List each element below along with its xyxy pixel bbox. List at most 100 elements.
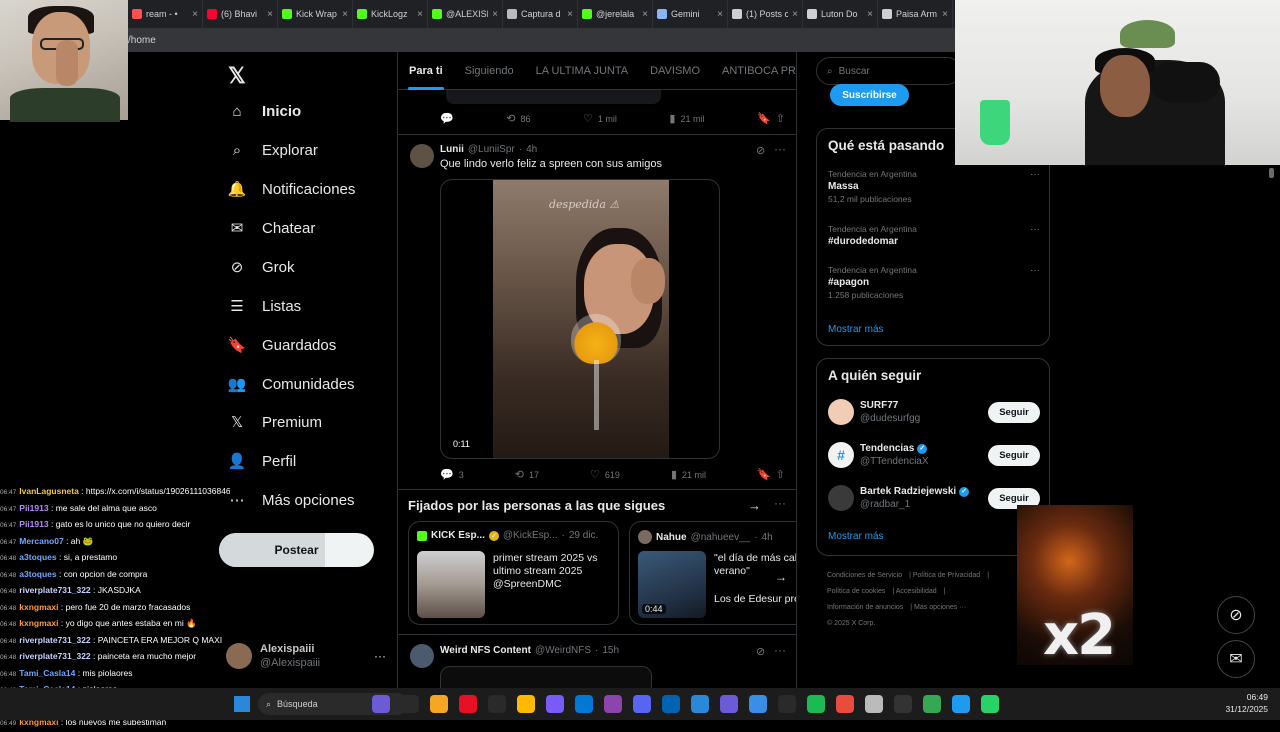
footer-link[interactable]: Condiciones de Servicio [827,572,902,579]
taskbar-app-icon[interactable] [604,695,622,713]
trend-item[interactable]: Tendencia en Argentina #durodedomar ··· [828,224,1040,247]
nav-item-notificaciones[interactable]: 🔔 Notificaciones [226,172,356,206]
start-button-icon[interactable] [234,696,250,712]
taskbar-app-icon[interactable] [575,695,593,713]
browser-tab[interactable]: Kick Wrap × [278,0,353,28]
close-tab-icon[interactable]: × [717,9,723,20]
taskbar-app-icon[interactable] [749,695,767,713]
taskbar-app-icon[interactable] [459,695,477,713]
close-tab-icon[interactable]: × [642,9,648,20]
taskbar-app-icon[interactable] [372,695,390,713]
taskbar-app-icon[interactable] [662,695,680,713]
trend-more-icon[interactable]: ··· [1030,169,1040,180]
system-clock[interactable]: 06:49 31/12/2025 [1225,691,1268,715]
trend-item[interactable]: Tendencia en Argentina #apagon 1.258 pub… [828,265,1040,300]
tweet-display-name[interactable]: Lunii [440,144,464,155]
share-icon[interactable]: ⇧ [776,468,785,481]
previous-tweet-media[interactable] [446,90,661,104]
share-icon[interactable]: ⇧ [776,112,785,125]
nav-item-comunidades[interactable]: 👥 Comunidades [226,367,355,401]
follow-button[interactable]: Seguir [988,401,1040,423]
nav-item-grok[interactable]: ⊘ Grok [226,250,295,284]
close-tab-icon[interactable]: × [192,9,198,20]
taskbar-app-icon[interactable] [894,695,912,713]
taskbar-app-icon[interactable] [546,695,564,713]
browser-tab[interactable]: (6) Bhavi × [203,0,278,28]
trend-item[interactable]: Tendencia en Argentina Massa 51,2 mil pu… [828,169,1040,204]
footer-link[interactable]: Más opciones ··· [914,604,966,611]
browser-tab[interactable]: @jerelala × [578,0,653,28]
taskbar-app-icon[interactable] [981,695,999,713]
browser-tab[interactable]: ream - • × [128,0,203,28]
browser-tab[interactable]: (1) Posts c × [728,0,803,28]
footer-link[interactable]: Accesibilidad [896,588,937,595]
close-tab-icon[interactable]: × [342,9,348,20]
views-button[interactable]: ▮ 21 mil [669,112,704,125]
browser-tab[interactable]: Captura d × [503,0,578,28]
timeline-tab[interactable]: Para ti [398,52,454,90]
trend-more-icon[interactable]: ··· [1030,224,1040,235]
timeline-tab[interactable]: LA ULTIMA JUNTA [525,52,640,90]
subscribe-button[interactable]: Suscribirse [830,84,909,106]
follow-suggestion[interactable]: # Tendencias ✓ @TTendenciaX Seguir [828,439,1040,471]
nav-item-listas[interactable]: ☰ Listas [226,289,301,323]
reply-button[interactable]: 💬 3 [440,468,464,481]
bookmark-icon[interactable]: 🔖 [757,468,771,481]
taskbar-app-icon[interactable] [778,695,796,713]
follow-suggestion[interactable]: Bartek Radziejewski ✓ @radbar_1 Seguir [828,482,1040,514]
grok-icon[interactable]: ⊘ [756,144,765,157]
repost-button[interactable]: ⟲ 86 [506,112,530,125]
grok-fab-icon[interactable]: ⊘ [1217,596,1255,634]
post-button[interactable]: Postear [219,533,374,567]
grok-icon[interactable]: ⊘ [756,645,765,658]
messages-fab-icon[interactable]: ✉ [1217,640,1255,678]
like-button[interactable]: ♡ 1 mil [583,112,617,125]
x-logo-icon[interactable]: 𝕏 [228,63,246,89]
taskbar-app-icon[interactable] [401,695,419,713]
tweet-more-icon[interactable]: ··· [774,142,786,156]
timeline-tab[interactable]: Siguiendo [454,52,525,90]
close-tab-icon[interactable]: × [492,9,498,20]
browser-tab[interactable]: Gemini × [653,0,728,28]
views-button[interactable]: ▮ 21 mil [671,468,706,481]
nav-item-guardados[interactable]: 🔖 Guardados [226,328,337,362]
timeline-tab[interactable]: ANTIBOCA PROFESI [711,52,796,90]
follow-show-more-link[interactable]: Mostrar más [828,531,884,542]
taskbar-app-icon[interactable] [430,695,448,713]
nav-item-premium[interactable]: 𝕏 Premium [226,405,322,439]
trends-show-more-link[interactable]: Mostrar más [828,324,884,335]
close-tab-icon[interactable]: × [567,9,573,20]
tweet-video[interactable]: despedida ⚠ 0:11 [440,179,720,459]
pinned-card-kick[interactable]: KICK Esp... ✓ @KickEsp... · 29 dic. prim… [408,521,619,625]
browser-tab[interactable]: Luton Do × [803,0,878,28]
reply-button[interactable]: 💬 [440,112,454,125]
footer-link[interactable]: Información de anuncios [827,604,903,611]
footer-link[interactable]: Política de cookies [827,588,885,595]
tweet-username[interactable]: @LuniiSpr [468,144,515,155]
close-tab-icon[interactable]: × [792,9,798,20]
taskbar-app-icon[interactable] [691,695,709,713]
taskbar-app-icon[interactable] [836,695,854,713]
follow-button[interactable]: Seguir [988,444,1040,466]
browser-tab[interactable]: Paisa Arm × [878,0,953,28]
tweet-more-icon[interactable]: ··· [774,643,786,657]
timeline-tab[interactable]: DAVISMO [639,52,711,90]
more-icon[interactable]: ··· [374,649,386,663]
repost-button[interactable]: ⟲ 17 [515,468,539,481]
browser-tab[interactable]: @ALEXISP × [428,0,503,28]
taskbar-app-icon[interactable] [488,695,506,713]
taskbar-app-icon[interactable] [720,695,738,713]
follow-suggestion[interactable]: SURF77 @dudesurfgg Seguir [828,396,1040,428]
taskbar-app-icon[interactable] [952,695,970,713]
nav-item-perfil[interactable]: 👤 Perfil [226,444,297,478]
taskbar-app-icon[interactable] [633,695,651,713]
nav-item-msopciones[interactable]: ⋯ Más opciones [226,483,355,517]
taskbar-app-icon[interactable] [517,695,535,713]
account-switcher[interactable]: Alexispaiii @Alexispaiii ··· [226,640,386,672]
close-tab-icon[interactable]: × [867,9,873,20]
tweet-avatar[interactable] [410,144,434,168]
close-tab-icon[interactable]: × [267,9,273,20]
pinned-card-nahue[interactable]: Nahue @nahueev__ · 4h 0:44 "el día de má… [629,521,796,625]
search-input[interactable]: ⌕ Buscar [816,57,961,85]
close-tab-icon[interactable]: × [942,9,948,20]
